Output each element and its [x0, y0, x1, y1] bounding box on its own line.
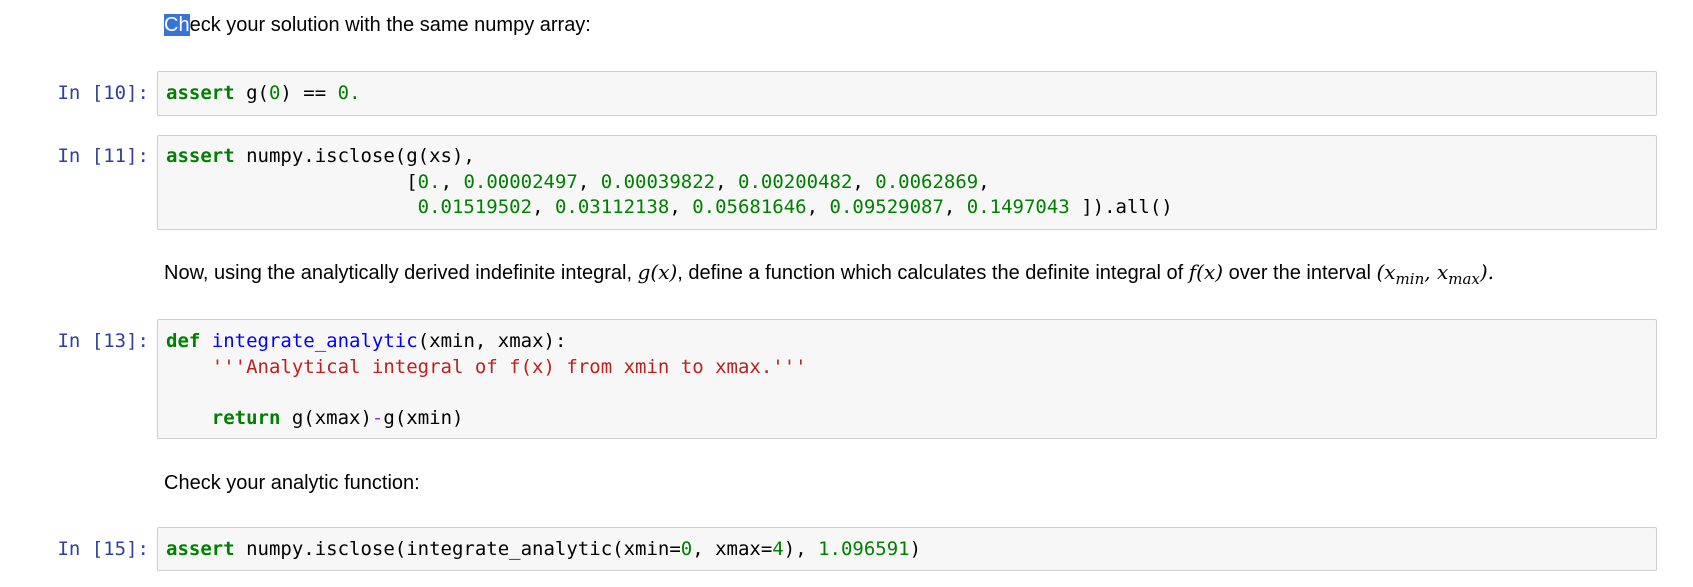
- number-token: 0.00002497: [463, 171, 578, 193]
- math-paren: ).: [1479, 260, 1495, 284]
- code-line: [0., 0.00002497, 0.00039822, 0.00200482,…: [166, 169, 990, 195]
- code-token: g(: [234, 82, 269, 104]
- code-line: return g(xmax)-g(xmin): [166, 405, 464, 431]
- keyword-return: return: [211, 407, 281, 429]
- markdown-integral-description: Now, using the analytically derived inde…: [164, 260, 1494, 288]
- code-cell-11[interactable]: assert numpy.isclose(g(xs), [0., 0.00002…: [157, 135, 1657, 230]
- code-line: assert g(0) == 0.: [166, 80, 361, 106]
- keyword-assert: assert: [166, 145, 235, 167]
- cell-prompt: In [11]:: [57, 145, 149, 167]
- function-name: integrate_analytic: [211, 330, 418, 352]
- code-cell-15[interactable]: assert numpy.isclose(integrate_analytic(…: [157, 527, 1657, 571]
- code-line: assert numpy.isclose(g(xs),: [166, 143, 475, 169]
- code-token: ,: [440, 171, 464, 193]
- text-selection-highlight: Ch: [164, 14, 190, 36]
- math-x: x: [1384, 260, 1396, 284]
- docstring: '''Analytical integral of f(x) from xmin…: [211, 356, 807, 378]
- math-subscript-min: min: [1395, 270, 1425, 288]
- code-line: 0.01519502, 0.03112138, 0.05681646, 0.09…: [166, 194, 1173, 220]
- markdown-text: over the interval: [1223, 262, 1377, 284]
- math-g-of-x: g(x): [637, 260, 678, 284]
- cell-prompt: In [15]:: [57, 538, 149, 560]
- code-token: g(xmax): [280, 407, 372, 429]
- code-token: (xmin, xmax):: [417, 330, 567, 352]
- math-f-of-x: f(x): [1188, 260, 1224, 284]
- code-token: ,: [577, 171, 601, 193]
- code-line: assert numpy.isclose(integrate_analytic(…: [166, 536, 921, 562]
- number-token: 0: [680, 538, 693, 560]
- markdown-check-solution: Check your solution with the same numpy …: [164, 14, 591, 37]
- code-token: ]).all(): [1069, 196, 1173, 218]
- math-x: x: [1436, 260, 1449, 284]
- code-token: numpy.isclose(integrate_analytic(xmin=: [234, 538, 681, 560]
- number-token: 0.05681646: [692, 196, 807, 218]
- number-token: 0.1497043: [966, 196, 1070, 218]
- number-token: 0.00200482: [738, 171, 853, 193]
- number-token: 0.01519502: [417, 196, 533, 218]
- math-comma: ,: [1424, 260, 1437, 284]
- keyword-assert: assert: [166, 538, 235, 560]
- code-token: ): [909, 538, 922, 560]
- cell-prompt: In [13]:: [57, 330, 149, 352]
- number-token: 0.: [337, 82, 361, 104]
- cell-prompt: In [10]:: [57, 82, 149, 104]
- code-token: ) ==: [280, 82, 338, 104]
- operator-token: -: [371, 407, 384, 429]
- number-token: 4: [772, 538, 784, 560]
- code-token: ,: [978, 171, 990, 193]
- code-token: ,: [532, 196, 555, 218]
- keyword-def: def: [166, 330, 201, 352]
- markdown-text: eck your solution with the same numpy ar…: [189, 14, 591, 36]
- number-token: 0.00039822: [600, 171, 716, 193]
- markdown-check-analytic: Check your analytic function:: [164, 472, 420, 494]
- code-line: def integrate_analytic(xmin, xmax):: [166, 328, 566, 354]
- code-cell-10[interactable]: assert g(0) == 0.: [157, 71, 1657, 116]
- number-token: 0.09529087: [829, 196, 944, 218]
- number-token: 0.: [417, 171, 441, 193]
- math-subscript-max: max: [1448, 270, 1480, 288]
- code-token: ,: [943, 196, 967, 218]
- code-token: , xmax=: [692, 538, 773, 560]
- markdown-text: Now, using the analytically derived inde…: [164, 262, 638, 284]
- code-token: ,: [852, 171, 876, 193]
- code-token: ,: [715, 171, 739, 193]
- keyword-assert: assert: [166, 82, 235, 104]
- code-token: numpy.isclose(g(xs),: [234, 145, 475, 167]
- code-line: '''Analytical integral of f(x) from xmin…: [166, 354, 807, 380]
- code-token: ,: [669, 196, 693, 218]
- markdown-text: , define a function which calculates the…: [677, 262, 1189, 284]
- code-token: ),: [783, 538, 819, 560]
- code-cell-13[interactable]: def integrate_analytic(xmin, xmax): '''A…: [157, 319, 1657, 439]
- number-token: 0.0062869: [875, 171, 979, 193]
- number-token: 0.03112138: [554, 196, 670, 218]
- code-token: ,: [806, 196, 830, 218]
- number-token: 0: [268, 82, 281, 104]
- code-token: g(xmin): [383, 407, 464, 429]
- number-token: 1.096591: [818, 538, 910, 560]
- math-interval: (xmin, xmax).: [1376, 260, 1495, 288]
- code-token: [: [166, 171, 418, 193]
